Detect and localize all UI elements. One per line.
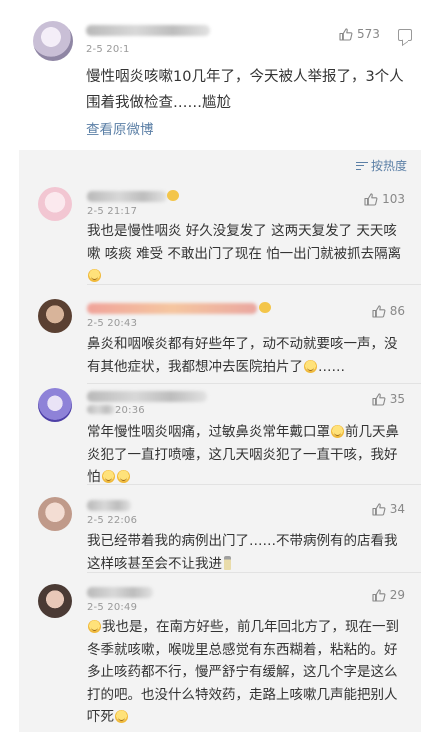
comment-text: 我也是，在南方好些，前几年回北方了，现在一到冬季就咳嗽，喉咙里总感觉有东西糊着，…: [87, 616, 407, 729]
comment-text-ellipsis: ……: [318, 358, 345, 375]
comment-text-content: 我已经带着我的病例出门了……不带病例有的店看我这样咳甚至会不让我进: [87, 533, 398, 572]
thumbs-up-icon: [339, 27, 353, 41]
comment-item: 2-5 21:17 103 我也是慢性咽炎 好久没复发了 这两天复发了 天天咳嗽…: [19, 187, 421, 297]
comment-icon[interactable]: [398, 29, 412, 41]
thumbs-up-icon: [372, 588, 386, 602]
post-like-count: 573: [357, 27, 380, 41]
comment-like-button[interactable]: 35: [372, 392, 405, 406]
comment-meta: 20:36: [115, 405, 145, 416]
comment-text-content: 我也是慢性咽炎 好久没复发了 这两天复发了 天天咳嗽 咳痰 难受 不敢出门了现在…: [87, 223, 402, 262]
grin-emoji-icon: [331, 425, 344, 438]
view-original-link[interactable]: 查看原微博: [86, 118, 154, 138]
smile-emoji-icon: [88, 620, 101, 633]
comment-like-button[interactable]: 103: [364, 192, 405, 206]
commenter-name-blurred[interactable]: [87, 191, 167, 202]
commenter-name-blurred[interactable]: [87, 500, 131, 511]
comments-panel: 按热度 2-5 21:17 103 我也是慢性咽炎 好久没复发了 这两天复发了 …: [19, 150, 421, 732]
post-author-name-blurred[interactable]: [86, 25, 210, 36]
grin-emoji-icon: [116, 470, 130, 483]
post-like-button[interactable]: 573: [339, 27, 380, 41]
comment-text: 我已经带着我的病例出门了……不带病例有的店看我这样咳甚至会不让我进: [87, 530, 407, 575]
commenter-name-blurred[interactable]: [87, 587, 153, 598]
comment-text-content: 常年慢性咽炎咽痛，过敏鼻炎常年戴口罩: [87, 424, 330, 440]
commenter-avatar[interactable]: [38, 584, 72, 618]
comment-like-count: 29: [389, 588, 405, 602]
comment-like-count: 103: [382, 192, 405, 206]
comment-meta: 2-5 22:06: [87, 515, 138, 526]
post-author-avatar[interactable]: [33, 21, 73, 61]
grin-emoji-icon: [88, 269, 101, 282]
bottle-emoji-icon: [224, 555, 231, 570]
comment-item: 2-5 20:49 29 我也是，在南方好些，前几年回北方了，现在一到冬季就咳嗽…: [19, 584, 421, 732]
thumbs-up-icon: [372, 392, 386, 406]
comment-text-content: 鼻炎和咽喉炎都有好些年了，动不动就要咳一声，没有其他症状，我都想冲去医院拍片了: [87, 336, 398, 375]
comment-item: 20:36 35 常年慢性咽炎咽痛，过敏鼻炎常年戴口罩 前几天鼻炎犯了一直打喷嚏，…: [19, 388, 421, 488]
comment-like-count: 34: [389, 502, 405, 516]
comment-item: 2-5 20:43 86 鼻炎和咽喉炎都有好些年了，动不动就要咳一声，没有其他症…: [19, 299, 421, 389]
comment-text: 鼻炎和咽喉炎都有好些年了，动不动就要咳一声，没有其他症状，我都想冲去医院拍片了……: [87, 333, 407, 378]
comment-like-button[interactable]: 86: [372, 304, 405, 318]
comment-date-blurred: [87, 405, 115, 414]
divider: [87, 484, 421, 485]
badge-icon: [167, 190, 179, 201]
thumbs-up-icon: [364, 192, 378, 206]
thumbs-up-icon: [372, 502, 386, 516]
comment-meta: 2-5 20:43: [87, 318, 138, 329]
sort-label: 按热度: [370, 159, 407, 173]
comment-text-content: 我也是，在南方好些，前几年回北方了，现在一到冬季就咳嗽，喉咙里总感觉有东西糊着，…: [87, 619, 399, 725]
grin-emoji-icon: [101, 470, 115, 483]
sort-icon: [355, 161, 368, 171]
commenter-name-blurred[interactable]: [87, 303, 257, 314]
comment-like-button[interactable]: 29: [372, 588, 405, 602]
comment-like-button[interactable]: 34: [372, 502, 405, 516]
sort-by-hot-button[interactable]: 按热度: [355, 157, 407, 174]
commenter-avatar[interactable]: [38, 187, 72, 221]
comment-meta: 2-5 20:49: [87, 602, 138, 613]
badge-icon: [259, 302, 271, 313]
comment-text: 我也是慢性咽炎 好久没复发了 这两天复发了 天天咳嗽 咳痰 难受 不敢出门了现在…: [87, 220, 407, 288]
thumbs-up-icon: [372, 304, 386, 318]
comment-like-count: 86: [389, 304, 405, 318]
divider: [87, 383, 421, 384]
comment-meta: 2-5 21:17: [87, 206, 138, 217]
comment-like-count: 35: [389, 392, 405, 406]
grin-emoji-icon: [115, 710, 128, 723]
commenter-avatar[interactable]: [38, 497, 72, 531]
post-meta: 2-5 20:1: [86, 44, 130, 55]
comment-item: 2-5 22:06 34 我已经带着我的病例出门了……不带病例有的店看我这样咳甚…: [19, 497, 421, 577]
original-post: 2-5 20:1 573 慢性咽炎咳嗽10几年了，今天被人举报了，3个人围着我做…: [0, 0, 441, 150]
post-text: 慢性咽炎咳嗽10几年了，今天被人举报了，3个人围着我做检查……尴尬: [86, 69, 404, 111]
commenter-avatar[interactable]: [38, 388, 72, 422]
comment-text: 常年慢性咽炎咽痛，过敏鼻炎常年戴口罩 前几天鼻炎犯了一直打喷嚏，这几天咽炎犯了一直…: [87, 421, 407, 489]
divider: [87, 284, 421, 285]
grin-emoji-icon: [304, 359, 317, 373]
commenter-name-blurred[interactable]: [87, 391, 207, 402]
commenter-avatar[interactable]: [38, 299, 72, 333]
divider: [87, 572, 421, 573]
